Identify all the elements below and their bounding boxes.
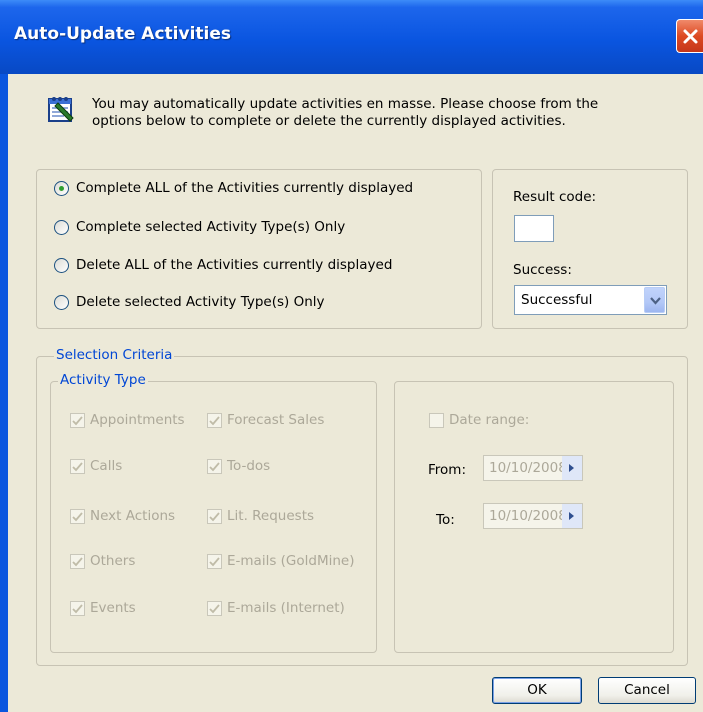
instruction-text: You may automatically update activities … [92,96,599,129]
from-date-value: 10/10/2008 [489,460,567,476]
ok-button[interactable]: OK [492,677,582,704]
checkmark-icon [209,603,220,613]
checkbox[interactable] [207,412,222,428]
radio-button[interactable] [54,180,69,196]
checkmark-icon [72,461,83,471]
checkbox-label: Forecast Sales [227,412,325,428]
checkbox-label: Lit. Requests [227,508,315,524]
checkmark-icon [72,603,83,613]
checkbox-emails-internet[interactable]: E-mails (Internet) [207,600,345,616]
checkbox-forecast-sales[interactable]: Forecast Sales [207,412,324,428]
checkmark-icon [209,461,220,471]
from-date-button[interactable] [562,456,582,480]
activity-update-icon [46,94,76,124]
checkbox-others[interactable]: Others [70,553,135,569]
checkmark-icon [72,415,83,425]
close-button[interactable] [676,19,703,53]
checkbox-label: Events [90,600,136,616]
checkmark-icon [72,556,83,566]
checkmark-icon [72,511,83,521]
to-date-picker[interactable]: 10/10/2008 [483,503,583,529]
to-date-value: 10/10/2008 [489,508,567,524]
checkbox[interactable] [70,458,85,474]
result-code-input[interactable] [514,215,554,242]
checkbox-label: Calls [90,458,123,474]
radio-label: Delete selected Activity Type(s) Only [76,294,325,310]
triangle-right-icon [569,512,574,520]
dialog-window: Auto-Update Activities You may automatic… [0,0,703,712]
success-label: Success: [513,262,572,278]
checkbox[interactable] [207,508,222,524]
checkbox[interactable] [70,553,85,569]
checkbox-to-dos[interactable]: To-dos [207,458,270,474]
radio-label: Complete ALL of the Activities currently… [76,180,414,196]
radio-delete-all[interactable]: Delete ALL of the Activities currently d… [54,257,392,273]
checkbox-calls[interactable]: Calls [70,458,122,474]
chevron-down-icon [650,297,661,305]
radio-button[interactable] [54,219,69,235]
title-bar[interactable]: Auto-Update Activities [0,0,703,74]
from-label: From: [428,462,466,478]
selection-criteria-legend: Selection Criteria [54,347,175,363]
to-label: To: [436,512,455,528]
cancel-button[interactable]: Cancel [598,677,696,704]
checkbox-label: Next Actions [90,508,176,524]
radio-complete-all[interactable]: Complete ALL of the Activities currently… [54,180,413,196]
checkbox-label: Appointments [90,412,185,428]
checkbox-appointments[interactable]: Appointments [70,412,185,428]
checkbox-label: To-dos [227,458,271,474]
dropdown-arrow-button[interactable] [644,287,665,313]
checkbox-label: E-mails (GoldMine) [227,553,355,569]
checkbox-events[interactable]: Events [70,600,136,616]
triangle-right-icon [569,464,574,472]
radio-complete-selected[interactable]: Complete selected Activity Type(s) Only [54,219,345,235]
checkbox-emails-goldmine[interactable]: E-mails (GoldMine) [207,553,355,569]
checkbox-label: Others [90,553,136,569]
radio-button[interactable] [54,257,69,273]
to-date-button[interactable] [562,504,582,528]
checkbox-date-range[interactable]: Date range: [429,412,529,428]
checkbox-label: Date range: [449,412,530,428]
checkbox[interactable] [207,553,222,569]
radio-button[interactable] [54,294,69,310]
close-x-icon [683,29,698,44]
success-dropdown[interactable]: Successful [514,285,667,315]
from-date-picker[interactable]: 10/10/2008 [483,455,583,481]
radio-label: Delete ALL of the Activities currently d… [76,257,393,273]
checkbox-next-actions[interactable]: Next Actions [70,508,175,524]
checkbox[interactable] [429,412,444,428]
window-title: Auto-Update Activities [14,24,232,44]
result-code-label: Result code: [513,189,597,205]
checkbox[interactable] [70,508,85,524]
radio-delete-selected[interactable]: Delete selected Activity Type(s) Only [54,294,325,310]
checkbox-label: E-mails (Internet) [227,600,345,616]
success-selected-value: Successful [521,292,593,308]
checkbox-lit-requests[interactable]: Lit. Requests [207,508,314,524]
checkbox[interactable] [70,600,85,616]
checkbox[interactable] [207,600,222,616]
checkbox[interactable] [70,412,85,428]
activity-type-legend: Activity Type [58,372,148,388]
checkmark-icon [209,556,220,566]
checkmark-icon [209,511,220,521]
dialog-client-area: You may automatically update activities … [8,74,703,712]
radio-label: Complete selected Activity Type(s) Only [76,219,346,235]
checkmark-icon [209,415,220,425]
checkbox[interactable] [207,458,222,474]
